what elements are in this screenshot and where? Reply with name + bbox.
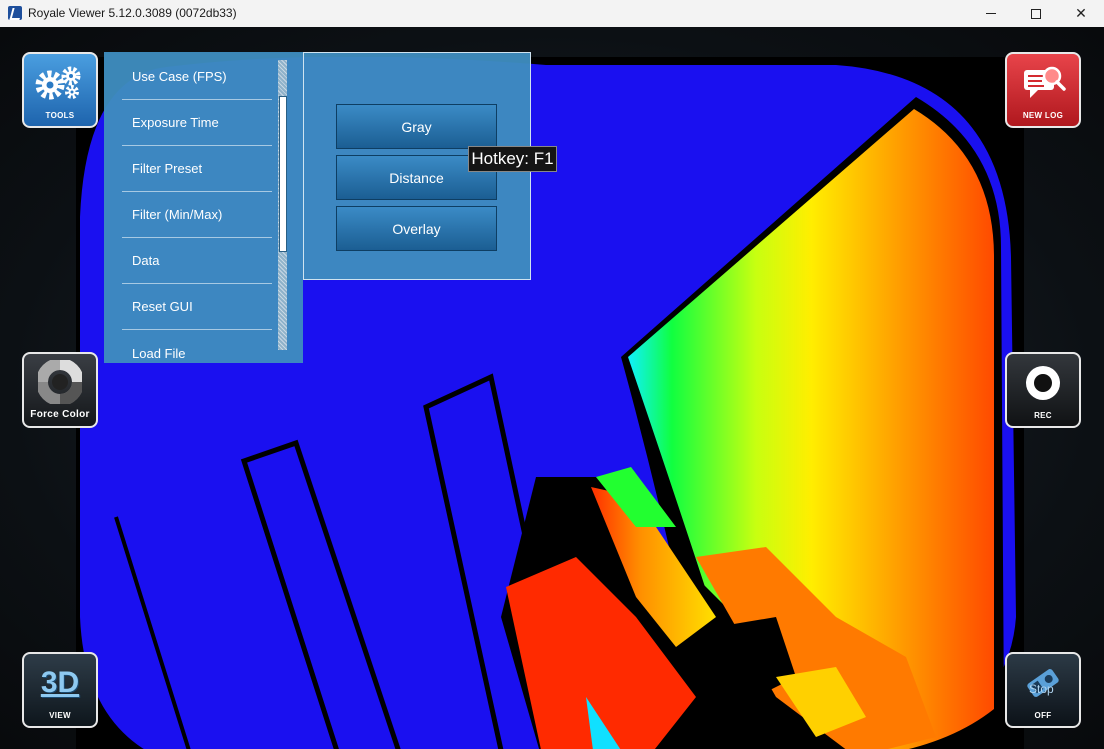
maximize-icon	[1031, 8, 1041, 19]
view-label: VIEW	[49, 711, 71, 720]
menu-item-exposure-time[interactable]: Exposure Time	[122, 100, 272, 146]
overlay-button[interactable]: Overlay	[336, 206, 497, 251]
menu-item-data[interactable]: Data	[122, 238, 272, 284]
color-wheel-icon	[38, 359, 82, 404]
menu-scrollbar-thumb[interactable]	[279, 96, 287, 252]
gears-icon	[35, 66, 81, 99]
menu-item-filter-min-max[interactable]: Filter (Min/Max)	[122, 192, 272, 238]
close-button[interactable]: ✕	[1058, 0, 1104, 27]
force-color-label: Force Color	[30, 409, 90, 420]
menu-item-load-file[interactable]: Load File	[122, 330, 272, 363]
new-log-button[interactable]: NEW LOG	[1005, 52, 1081, 128]
stop-overlay-text: Stop	[1029, 682, 1054, 696]
hotkey-tooltip: Hotkey: F1	[468, 146, 557, 172]
gray-button[interactable]: Gray	[336, 104, 497, 149]
force-color-button[interactable]: Force Color	[22, 352, 98, 428]
menu-item-reset-gui[interactable]: Reset GUI	[122, 284, 272, 330]
minimize-icon	[986, 13, 996, 14]
title-bar: Royale Viewer 5.12.0.3089 (0072db33) ✕	[0, 0, 1104, 27]
tools-menu: Use Case (FPS) Exposure Time Filter Pres…	[104, 52, 303, 363]
stop-button[interactable]: Stop OFF	[1005, 652, 1081, 728]
viewer-area: TOOLS Force Color 3D VIEW NEW LOG REC St…	[0, 27, 1104, 749]
minimize-button[interactable]	[968, 0, 1014, 27]
new-log-label: NEW LOG	[1022, 111, 1064, 120]
menu-item-filter-preset[interactable]: Filter Preset	[122, 146, 272, 192]
3d-view-icon: 3D	[40, 665, 80, 699]
view-button[interactable]: 3D VIEW	[22, 652, 98, 728]
window-title: Royale Viewer 5.12.0.3089 (0072db33)	[28, 6, 237, 20]
record-icon	[1026, 365, 1060, 400]
rec-label: REC	[1034, 411, 1052, 420]
maximize-button[interactable]	[1013, 0, 1059, 27]
stop-label: OFF	[1034, 711, 1052, 720]
rec-button[interactable]: REC	[1005, 352, 1081, 428]
close-icon: ✕	[1075, 5, 1087, 21]
tools-label: TOOLS	[45, 111, 75, 120]
app-icon	[8, 6, 22, 20]
log-search-icon	[1024, 66, 1066, 98]
menu-item-use-case[interactable]: Use Case (FPS)	[122, 54, 272, 100]
tools-button[interactable]: TOOLS	[22, 52, 98, 128]
